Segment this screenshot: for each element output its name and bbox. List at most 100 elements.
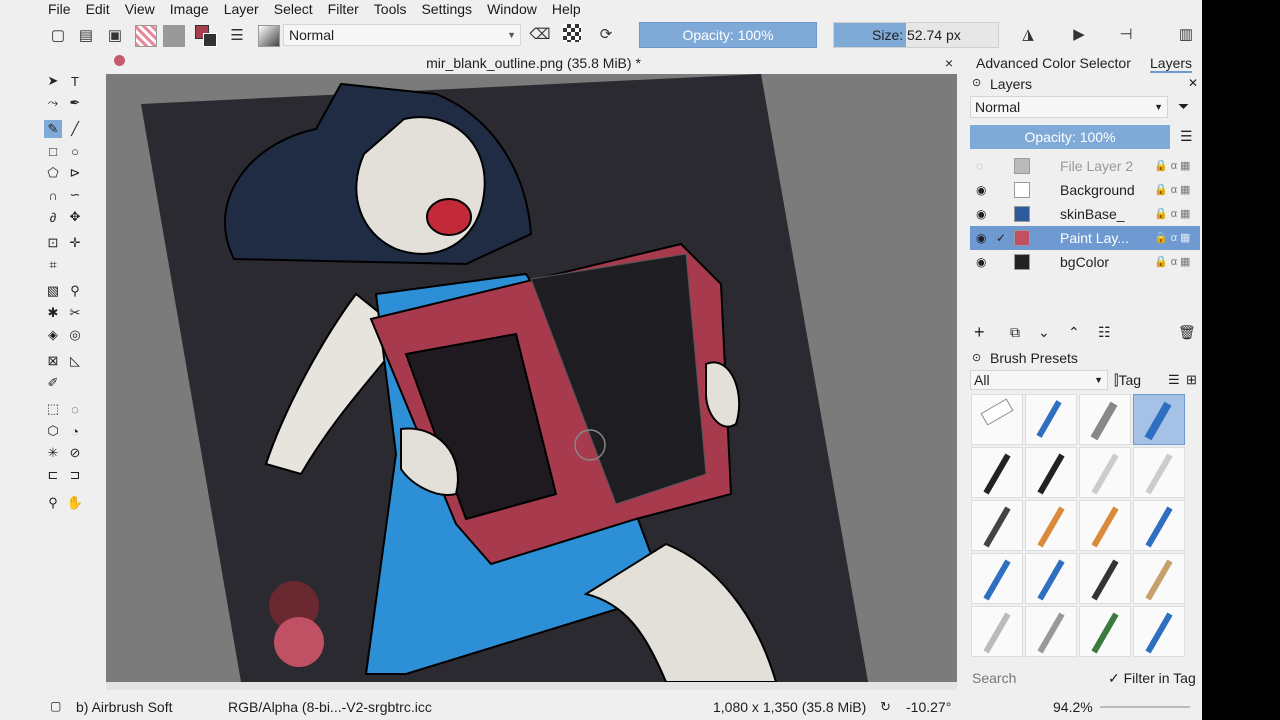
color-swatches[interactable] bbox=[195, 25, 219, 49]
freehand-selection-icon[interactable]: ◔ bbox=[66, 422, 84, 440]
brush-preset-pencil-orange-1[interactable] bbox=[1025, 500, 1077, 551]
add-layer-icon[interactable]: + bbox=[974, 322, 985, 343]
docker-float-icon[interactable]: ⊙ bbox=[972, 351, 981, 364]
ellipse-selection-icon[interactable]: ◌ bbox=[66, 400, 84, 418]
measure-tool-icon[interactable]: ◺ bbox=[66, 352, 84, 370]
color-picker-icon[interactable]: ⚲ bbox=[66, 282, 84, 300]
brush-preset-pencil-dark[interactable] bbox=[1079, 553, 1131, 604]
brush-preset-pen-1[interactable] bbox=[971, 500, 1023, 551]
move-layer-up-icon[interactable]: ⌃ bbox=[1068, 324, 1080, 341]
text-tool-icon[interactable]: T bbox=[66, 72, 84, 90]
brush-preset-pencil-tan[interactable] bbox=[1133, 553, 1185, 604]
enclose-fill-icon[interactable]: ◎ bbox=[66, 326, 84, 344]
freehand-brush-icon[interactable]: ✎ bbox=[44, 120, 62, 138]
brush-preset-chooser[interactable] bbox=[258, 25, 280, 47]
rectangle-tool-icon[interactable]: □ bbox=[44, 142, 62, 160]
pattern-selector[interactable] bbox=[163, 25, 185, 47]
brush-tag-dropdown[interactable]: All ▼ bbox=[970, 370, 1108, 390]
edit-shapes-icon[interactable]: ⤳ bbox=[44, 94, 62, 112]
reference-images-icon[interactable]: ✐ bbox=[44, 374, 62, 392]
eye-icon[interactable]: ◉ bbox=[976, 250, 986, 274]
new-document-icon[interactable]: ▢ bbox=[48, 25, 68, 45]
gradient-tool-icon[interactable]: ▧ bbox=[44, 282, 62, 300]
layer-blend-dropdown[interactable]: Normal ▼ bbox=[970, 96, 1168, 118]
menu-image[interactable]: Image bbox=[170, 1, 209, 17]
brush-preset-pencil-blue[interactable] bbox=[1025, 394, 1077, 445]
blend-mode-dropdown[interactable]: Normal ▼ bbox=[283, 24, 521, 46]
freehand-path-icon[interactable]: ∽ bbox=[66, 186, 84, 204]
save-icon[interactable]: ▣ bbox=[105, 25, 125, 45]
brush-search-input[interactable]: Search bbox=[970, 668, 1102, 688]
canvas-artwork[interactable] bbox=[106, 74, 957, 682]
pan-tool-icon[interactable]: ✋ bbox=[66, 494, 84, 512]
layer-flags-icon[interactable]: 🔒α▦ bbox=[1154, 226, 1193, 250]
gradient-selector[interactable] bbox=[135, 25, 157, 47]
open-document-icon[interactable]: ▤ bbox=[76, 25, 96, 45]
menu-layer[interactable]: Layer bbox=[224, 1, 259, 17]
layer-flags-icon[interactable]: 🔒α▦ bbox=[1154, 202, 1193, 226]
polygon-selection-icon[interactable]: ⬡ bbox=[44, 422, 62, 440]
layer-row[interactable]: ◉ Background 🔒α▦ bbox=[970, 178, 1200, 202]
brush-preset-eraser[interactable] bbox=[971, 394, 1023, 445]
colorize-mask-icon[interactable]: ✱ bbox=[44, 304, 62, 322]
smart-patch-icon[interactable]: ✂ bbox=[66, 304, 84, 322]
brush-preset-ink-2[interactable] bbox=[1025, 447, 1077, 498]
polygon-tool-icon[interactable]: ⬠ bbox=[44, 164, 62, 182]
layer-row[interactable]: ◉ skinBase_ 🔒α▦ bbox=[970, 202, 1200, 226]
ellipse-tool-icon[interactable]: ○ bbox=[66, 142, 84, 160]
color-profile-label[interactable]: RGB/Alpha (8-bi...-V2-srgbtrc.icc bbox=[228, 699, 432, 715]
layer-row-selected[interactable]: ◉ ✓ Paint Lay... 🔒α▦ bbox=[970, 226, 1200, 250]
brush-preset-pencil-blue-4[interactable] bbox=[1025, 553, 1077, 604]
fill-tool-icon[interactable]: ◈ bbox=[44, 326, 62, 344]
docker-float-icon[interactable]: ⊙ bbox=[972, 76, 981, 89]
layer-properties-icon[interactable]: ☷ bbox=[1098, 324, 1111, 341]
close-document-icon[interactable]: × bbox=[945, 52, 953, 74]
bezier-selection-icon[interactable]: ⊏ bbox=[44, 466, 62, 484]
magnetic-selection-icon[interactable]: ⊐ bbox=[66, 466, 84, 484]
layer-opacity-slider[interactable]: Opacity: 100% bbox=[970, 125, 1170, 149]
mirror-vertical-icon[interactable]: ▶ bbox=[1069, 24, 1089, 44]
layer-flags-icon[interactable]: 🔒α▦ bbox=[1154, 154, 1193, 178]
workspace-chooser-icon[interactable]: ▥ bbox=[1176, 24, 1196, 44]
brush-preset-pencil-blue-3[interactable] bbox=[971, 553, 1023, 604]
brush-preset-texture[interactable] bbox=[1079, 606, 1131, 657]
wrap-around-icon[interactable]: ⊣ bbox=[1116, 24, 1136, 44]
eye-icon[interactable]: ◉ bbox=[976, 226, 986, 250]
reload-preset-icon[interactable]: ⟳ bbox=[596, 24, 616, 44]
brush-preset-ink-1[interactable] bbox=[971, 447, 1023, 498]
layer-row[interactable]: ◌ File Layer 2 🔒α▦ bbox=[970, 154, 1200, 178]
move-tool-icon[interactable]: ✛ bbox=[66, 234, 84, 252]
menu-tools[interactable]: Tools bbox=[374, 1, 407, 17]
visibility-off-icon[interactable]: ◌ bbox=[976, 154, 983, 178]
duplicate-layer-icon[interactable]: ⧉ bbox=[1010, 324, 1020, 341]
filter-in-tag-checkbox[interactable]: ✓ Filter in Tag bbox=[1108, 670, 1196, 687]
line-tool-icon[interactable]: ╱ bbox=[66, 120, 84, 138]
zoom-tool-icon[interactable]: ⚲ bbox=[44, 494, 62, 512]
transform-tool-icon[interactable]: ⊡ bbox=[44, 234, 62, 252]
document-tab[interactable]: mir_blank_outline.png (35.8 MiB) * × bbox=[106, 52, 961, 74]
brush-preset-ink-4[interactable] bbox=[1133, 447, 1185, 498]
edit-brush-settings-icon[interactable]: ☰ bbox=[227, 25, 247, 45]
crop-tool-icon[interactable]: ⌗ bbox=[44, 256, 62, 274]
tag-button[interactable]: ⫿Tag bbox=[1114, 372, 1141, 389]
layer-row[interactable]: ◉ bgColor 🔒α▦ bbox=[970, 250, 1200, 274]
horizontal-scrollbar[interactable] bbox=[106, 682, 957, 690]
menu-window[interactable]: Window bbox=[487, 1, 537, 17]
contiguous-selection-icon[interactable]: ✳ bbox=[44, 444, 62, 462]
menu-help[interactable]: Help bbox=[552, 1, 581, 17]
docker-close-icon[interactable]: ✕ bbox=[1188, 76, 1198, 90]
similar-selection-icon[interactable]: ⊘ bbox=[66, 444, 84, 462]
menu-file[interactable]: File bbox=[48, 1, 71, 17]
layer-flags-icon[interactable]: 🔒α▦ bbox=[1154, 178, 1193, 202]
eye-icon[interactable]: ◉ bbox=[976, 202, 986, 226]
preserve-alpha-icon[interactable] bbox=[563, 24, 581, 42]
brush-preset-airbrush-soft[interactable] bbox=[1133, 394, 1185, 445]
zoom-slider[interactable] bbox=[1100, 706, 1190, 708]
bezier-tool-icon[interactable]: ∩ bbox=[44, 186, 62, 204]
brush-preset-pen-2[interactable] bbox=[971, 606, 1023, 657]
layer-flags-icon[interactable]: 🔒α▦ bbox=[1154, 250, 1193, 274]
opacity-slider[interactable]: Opacity: 100% bbox=[639, 22, 817, 48]
view-options-icon[interactable]: ☰ bbox=[1168, 372, 1180, 388]
polyline-tool-icon[interactable]: ⊳ bbox=[66, 164, 84, 182]
brush-preset-pencil-orange-2[interactable] bbox=[1079, 500, 1131, 551]
